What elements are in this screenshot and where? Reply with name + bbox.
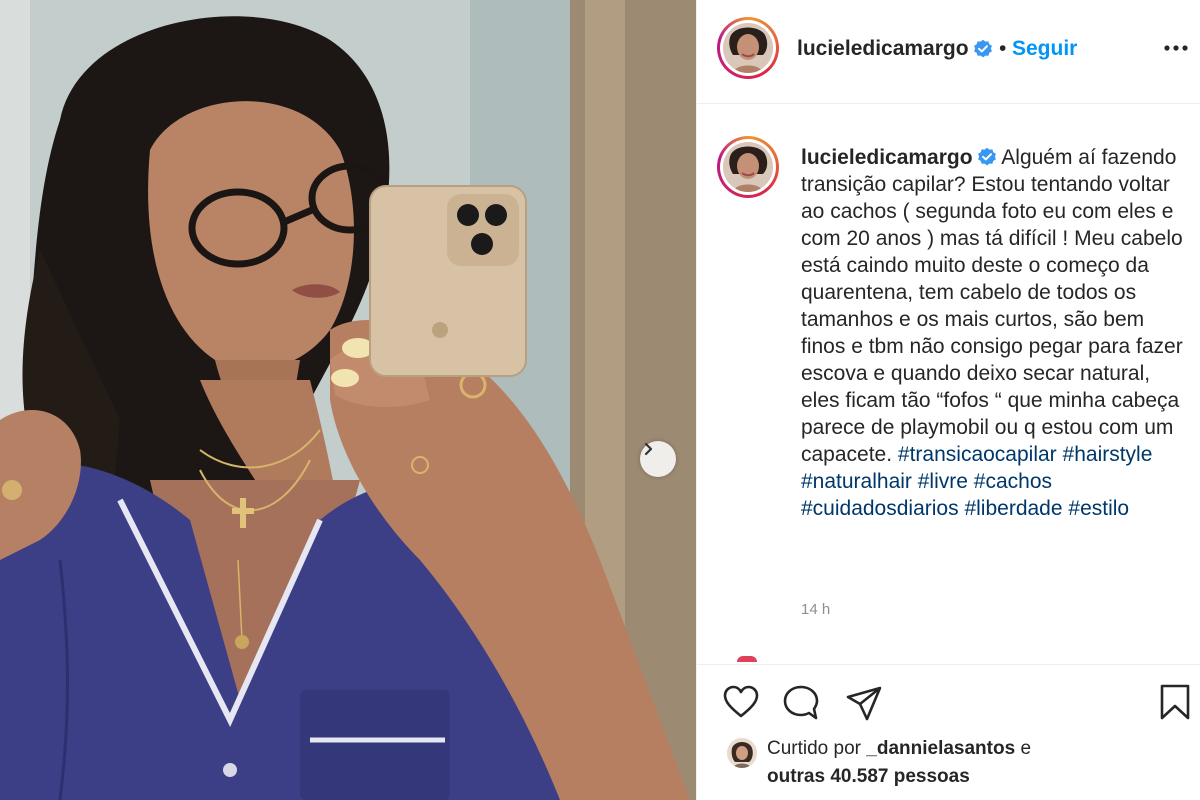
post-timestamp[interactable]: 14 h: [801, 601, 830, 618]
hashtag-link[interactable]: #liberdade: [964, 497, 1062, 520]
post-side-panel: lucieledicamargo • Seguir lucieledicamar…: [696, 0, 1200, 800]
hashtag-link[interactable]: #cuidadosdiarios: [801, 497, 959, 520]
caption-author-avatar[interactable]: [717, 136, 779, 198]
caption-text: lucieledicamargo Alguém aí fazendo trans…: [801, 144, 1189, 522]
follow-button[interactable]: Seguir: [1012, 37, 1077, 61]
author-username[interactable]: lucieledicamargo: [797, 37, 969, 61]
hashtag-link[interactable]: #hairstyle: [1063, 443, 1153, 466]
hashtag-link[interactable]: #naturalhair: [801, 470, 912, 493]
avatar-face-icon: [727, 738, 757, 768]
selfie-photo-illustration: [0, 0, 696, 800]
avatar-face-icon: [723, 23, 773, 73]
avatar-face-icon: [723, 142, 773, 192]
verified-badge-icon: [974, 39, 992, 58]
heart-icon[interactable]: [723, 685, 759, 719]
liked-by-prefix: Curtido por: [767, 738, 861, 759]
verified-badge-icon: [977, 147, 996, 166]
post-actions-bar: Curtido por _dannielasantos e outras 40.…: [697, 664, 1200, 800]
caption-body: Alguém aí fazendo transição capilar? Est…: [801, 146, 1183, 466]
caption-section: lucieledicamargo Alguém aí fazendo trans…: [697, 104, 1200, 664]
caption-username[interactable]: lucieledicamargo: [801, 146, 973, 169]
hashtag-link[interactable]: #cachos: [974, 470, 1052, 493]
carousel-next-button[interactable]: [640, 441, 676, 477]
comment-icon[interactable]: [783, 685, 819, 721]
post-header: lucieledicamargo • Seguir: [697, 0, 1200, 104]
post-photo[interactable]: [0, 0, 696, 800]
author-avatar[interactable]: [717, 17, 779, 79]
hashtag-link[interactable]: #livre: [918, 470, 968, 493]
separator-dot: •: [999, 37, 1007, 60]
next-comment-avatar-edge: [737, 656, 757, 662]
likes-count[interactable]: outras 40.587 pessoas: [767, 766, 970, 788]
liked-by-user[interactable]: _dannielasantos: [866, 738, 1015, 759]
more-options-icon[interactable]: [1163, 38, 1189, 58]
hashtag-link[interactable]: #estilo: [1068, 497, 1129, 520]
liked-by-line: Curtido por _dannielasantos e: [767, 738, 1031, 760]
chevron-right-icon: [644, 442, 653, 456]
liked-by-connector: e: [1020, 738, 1032, 759]
bookmark-icon[interactable]: [1159, 683, 1191, 721]
share-icon[interactable]: [845, 685, 883, 721]
hashtag-link[interactable]: #transicaocapilar: [898, 443, 1057, 466]
liker-avatar[interactable]: [727, 738, 757, 768]
